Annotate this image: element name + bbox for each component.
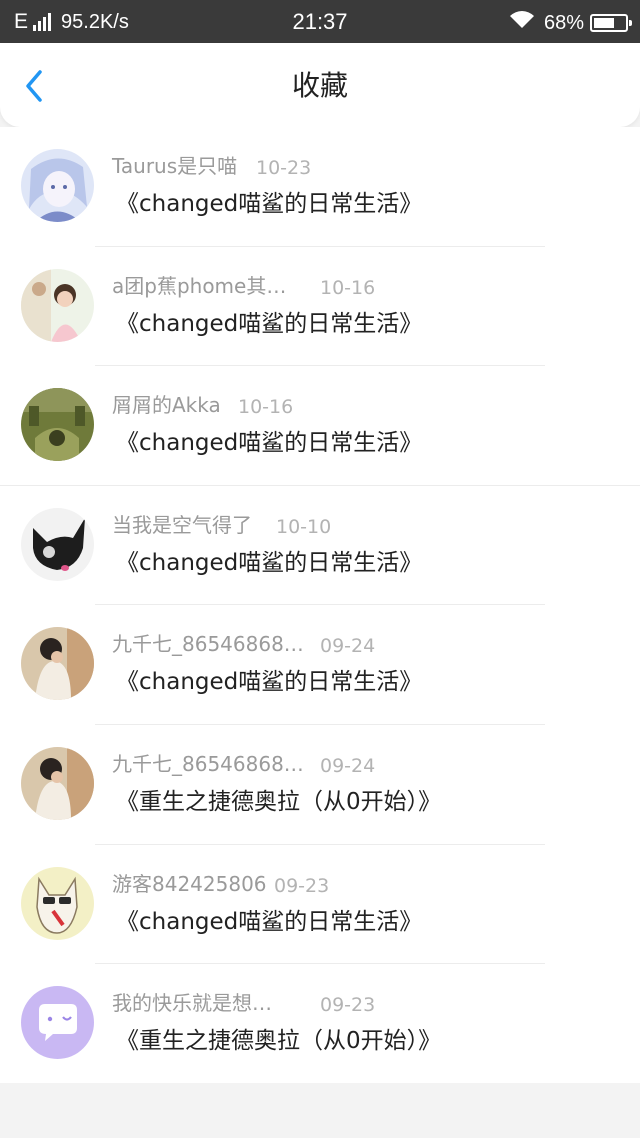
favorite-item[interactable]: 当我是空气得了 10-10 《changed喵鲨的日常生活》	[0, 486, 640, 606]
favorite-date: 10-23	[256, 157, 312, 179]
author-name: 当我是空气得了	[112, 512, 252, 537]
favorite-item[interactable]: a团p蕉phome其… 10-16 《changed喵鲨的日常生活》	[0, 247, 640, 367]
author-name: 九千七_86546868…	[112, 751, 304, 776]
author-name: 我的快乐就是想…	[112, 991, 272, 1016]
favorite-item[interactable]: 我的快乐就是想… 09-23 《重生之捷德奥拉（从0开始）》	[0, 964, 640, 1084]
favorite-item[interactable]: 屑屑的Akka 10-16 《changed喵鲨的日常生活》	[0, 366, 640, 486]
avatar[interactable]	[21, 866, 94, 940]
work-title: 《changed喵鲨的日常生活》	[116, 549, 423, 576]
avatar[interactable]	[21, 388, 94, 462]
author-name: 九千七_86546868…	[112, 632, 304, 657]
work-title: 《changed喵鲨的日常生活》	[116, 191, 423, 217]
favorite-date: 09-24	[320, 635, 376, 658]
favorites-list: Taurus是只喵 10-23 《changed喵鲨的日常生活》 a团p蕉phome其…	[0, 127, 640, 1084]
battery-percent: 68%	[543, 11, 584, 34]
favorite-item[interactable]: 九千七_86546868… 09-24 《changed喵鲨的日常生活》	[0, 605, 640, 725]
avatar[interactable]	[21, 627, 94, 701]
favorite-item[interactable]: 游客842425806 09-23 《changed喵鲨的日常生活》	[0, 845, 640, 965]
work-title: 《changed喵鲨的日常生活》	[116, 908, 423, 935]
favorite-date: 10-16	[320, 276, 376, 299]
favorite-date: 09-23	[274, 874, 330, 897]
avatar[interactable]	[21, 986, 94, 1060]
battery-icon	[590, 13, 632, 32]
avatar[interactable]	[21, 507, 94, 581]
author-name: Taurus是只喵	[112, 154, 238, 178]
favorite-item[interactable]: 九千七_86546868… 09-24 《重生之捷德奥拉（从0开始）》	[0, 725, 640, 845]
favorite-date: 09-23	[320, 994, 376, 1017]
page-title: 收藏	[291, 69, 348, 102]
status-bar: E 95.2K/s 21:37 68%	[0, 0, 640, 43]
work-title: 《重生之捷德奥拉（从0开始）》	[116, 788, 442, 815]
avatar[interactable]	[21, 268, 94, 342]
work-title: 《changed喵鲨的日常生活》	[116, 669, 423, 696]
wifi-icon	[508, 9, 536, 36]
work-title: 《changed喵鲨的日常生活》	[116, 430, 423, 457]
work-title: 《changed喵鲨的日常生活》	[116, 310, 423, 337]
work-title: 《重生之捷德奥拉（从0开始）》	[116, 1028, 442, 1055]
header: 收藏	[0, 43, 640, 127]
back-button[interactable]	[18, 67, 52, 105]
avatar[interactable]	[21, 149, 94, 222]
favorite-item[interactable]: Taurus是只喵 10-23 《changed喵鲨的日常生活》	[0, 127, 640, 247]
status-right: 68%	[508, 9, 632, 36]
favorite-date: 09-24	[320, 754, 376, 777]
favorite-date: 10-16	[238, 396, 294, 419]
avatar[interactable]	[21, 746, 94, 820]
author-name: 屑屑的Akka	[112, 393, 221, 418]
favorite-date: 10-10	[276, 515, 332, 538]
author-name: 游客842425806	[112, 871, 267, 896]
chevron-left-icon	[26, 70, 42, 102]
author-name: a团p蕉phome其…	[112, 273, 287, 298]
empty-area	[0, 1083, 640, 1138]
